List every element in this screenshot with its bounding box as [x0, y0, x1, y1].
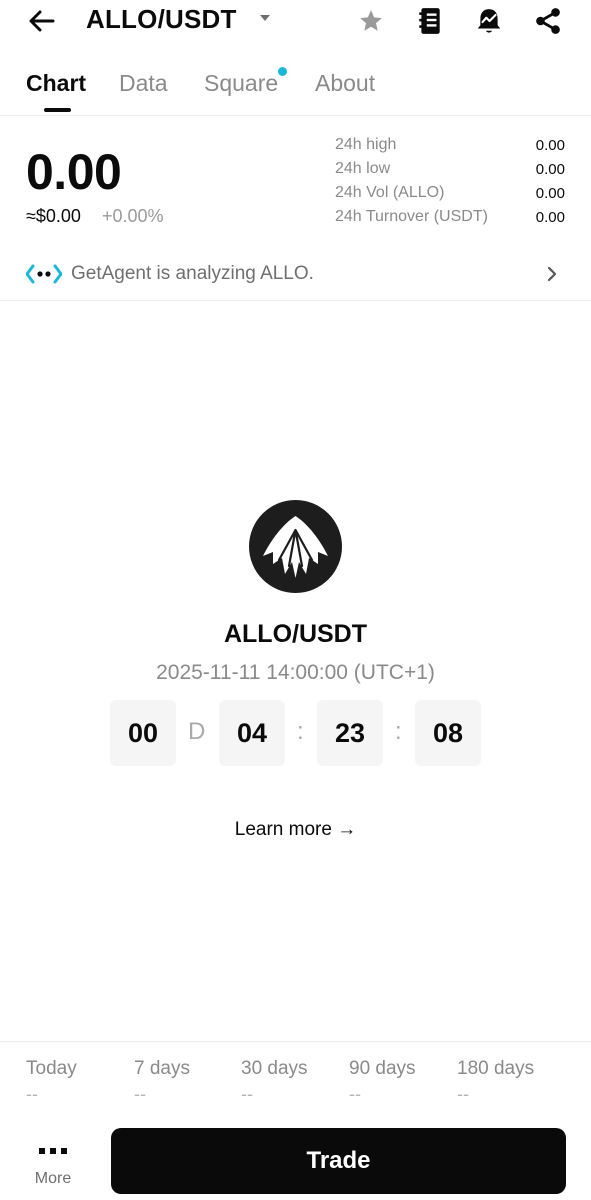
perf-label: 7 days [134, 1058, 190, 1079]
countdown-day-unit: D [188, 718, 206, 745]
stat-row-24h-high: 24h high 0.00 [335, 136, 565, 160]
price-usd-equivalent: ≈$0.00 [26, 206, 81, 226]
perf-label: 30 days [241, 1058, 308, 1079]
stat-value: 0.00 [535, 161, 565, 178]
perf-value: -- [457, 1084, 469, 1104]
perf-value: -- [26, 1084, 38, 1104]
notebook-icon[interactable] [415, 6, 445, 36]
stat-value: 0.00 [535, 209, 565, 226]
perf-label: 180 days [457, 1058, 535, 1079]
perf-30-days: 30 days -- [241, 1058, 308, 1105]
perf-label: 90 days [349, 1058, 416, 1079]
more-label: More [34, 1170, 72, 1187]
perf-value: -- [241, 1084, 253, 1104]
stat-label: 24h Vol (ALLO) [335, 184, 445, 201]
getagent-banner[interactable]: GetAgent is analyzing ALLO. [0, 250, 591, 301]
more-button[interactable]: More [24, 1134, 82, 1192]
stat-label: 24h low [335, 160, 391, 177]
trade-button[interactable]: Trade [111, 1128, 566, 1194]
getagent-status-text: GetAgent is analyzing ALLO. [71, 263, 314, 284]
market-stats: 24h high 0.00 24h low 0.00 24h Vol (ALLO… [335, 136, 565, 232]
performance-strip: Today -- 7 days -- 30 days -- 90 days --… [0, 1041, 591, 1111]
stat-row-24h-low: 24h low 0.00 [335, 160, 565, 184]
countdown-hours: 04 [219, 700, 285, 766]
price-alert-icon[interactable] [474, 6, 504, 36]
perf-7-days: 7 days -- [134, 1058, 190, 1105]
stat-label: 24h high [335, 136, 397, 153]
active-tab-indicator [44, 108, 71, 112]
countdown-separator: : [395, 718, 402, 745]
perf-today: Today -- [26, 1058, 77, 1105]
perf-value: -- [134, 1084, 146, 1104]
perf-90-days: 90 days -- [349, 1058, 416, 1105]
tab-square[interactable]: Square [204, 70, 278, 97]
learn-more-link[interactable]: Learn more → [0, 819, 591, 841]
launch-time: 2025-11-11 14:00:00 (UTC+1) [156, 661, 435, 684]
last-price: 0.00 [26, 144, 122, 200]
stat-row-24h-turnover: 24h Turnover (USDT) 0.00 [335, 208, 565, 232]
countdown-days: 00 [110, 700, 176, 766]
star-icon[interactable] [356, 6, 386, 36]
launch-pair-title: ALLO/USDT [223, 620, 368, 648]
more-dots-icon [38, 1142, 68, 1154]
allo-token-logo [249, 500, 342, 593]
getagent-logo-icon [25, 264, 63, 284]
pair-title[interactable]: ALLO/USDT [86, 4, 237, 35]
caret-down-icon[interactable] [258, 11, 272, 25]
top-bar: ALLO/USDT [0, 0, 591, 44]
stat-label: 24h Turnover (USDT) [335, 208, 488, 225]
share-icon[interactable] [533, 6, 563, 36]
stat-value: 0.00 [535, 185, 565, 202]
countdown-minutes: 23 [317, 700, 383, 766]
perf-180-days: 180 days -- [457, 1058, 534, 1105]
countdown-seconds: 08 [415, 700, 481, 766]
square-notification-dot [278, 67, 287, 76]
chevron-right-icon [545, 266, 559, 282]
perf-label: Today [26, 1058, 77, 1079]
tab-bar: Chart Data Square About [0, 58, 591, 116]
stat-value: 0.00 [535, 137, 565, 154]
back-arrow-icon[interactable] [26, 6, 58, 36]
countdown-separator: : [297, 718, 304, 745]
tab-data[interactable]: Data [119, 70, 168, 97]
tab-about[interactable]: About [315, 70, 375, 97]
price-change-percent: +0.00% [102, 206, 164, 226]
perf-value: -- [349, 1084, 361, 1104]
tab-chart[interactable]: Chart [26, 70, 86, 97]
stat-row-24h-volume: 24h Vol (ALLO) 0.00 [335, 184, 565, 208]
